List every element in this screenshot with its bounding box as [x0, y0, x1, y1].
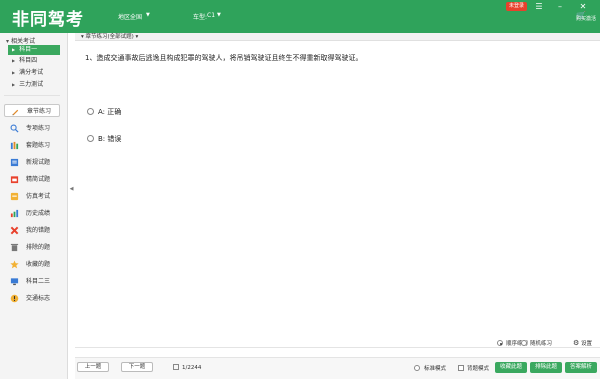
sidebar-divider — [4, 95, 60, 96]
nav-label: 仿真考试 — [26, 193, 51, 200]
caret-right-icon: ▶ — [12, 58, 16, 63]
chevron-down-icon[interactable]: ▼ — [217, 12, 221, 18]
shop-label[interactable]: 购买激活 — [576, 15, 596, 22]
nav-special-practice[interactable]: 专项练习 — [4, 122, 60, 135]
tree-item-subject4[interactable]: ▶ 科目四 — [8, 56, 60, 66]
breadcrumb-label: 章节练习(全部试题) — [85, 34, 134, 40]
tree-item-label: 三力测试 — [19, 81, 44, 88]
car-type-label: 车型: — [193, 14, 208, 21]
menu-icon[interactable]: ☰ — [532, 1, 546, 12]
car-type-select[interactable]: C1 — [207, 12, 215, 19]
recite-mode-option[interactable]: 背题模式 — [458, 364, 489, 372]
cross-icon — [10, 226, 19, 235]
nav-label: 我的错题 — [26, 227, 51, 234]
nav-favorites[interactable]: 收藏的题 — [4, 258, 60, 271]
nav-label: 科目二三 — [26, 278, 51, 285]
minimize-icon[interactable]: – — [553, 1, 567, 12]
tree-item-three-ability[interactable]: ▶ 三力测试 — [8, 80, 60, 90]
nav-mock-exam[interactable]: 仿真考试 — [4, 190, 60, 203]
radio-icon[interactable] — [87, 135, 94, 142]
main-content: ▾ 章节练习(全部试题) ▾ 1、造成交通事故后逃逸且构成犯罪的驾驶人，将吊销驾… — [75, 33, 600, 379]
title-bar: 非同驾考 地区: 全国 ▼ 车型: C1 ▼ 未登录 ☰ – ✕ 🛒 购买激活 — [0, 0, 600, 33]
recite-mode-label: 背题模式 — [467, 366, 490, 372]
exam-tree-title: 相关考试 — [11, 38, 36, 45]
nav-label: 历史成绩 — [26, 210, 51, 217]
radio-icon[interactable] — [414, 365, 420, 371]
nav-history-score[interactable]: 历史成绩 — [4, 207, 60, 220]
footer-bar: 上一题 下一题 1/2244 标准模式 背题模式 收藏此题 排除此题 答案解析 — [75, 357, 600, 379]
document-icon — [10, 158, 19, 167]
radio-icon[interactable] — [87, 108, 94, 115]
next-button[interactable]: 下一题 — [121, 362, 153, 372]
nav-label: 交通标志 — [26, 295, 51, 302]
breadcrumb[interactable]: ▾ 章节练习(全部试题) ▾ — [75, 33, 600, 41]
tree-item-label: 满分考试 — [19, 69, 44, 76]
chevron-down-icon[interactable]: ▼ — [146, 12, 150, 18]
gear-icon: ⚙ — [573, 339, 580, 347]
nav-label: 新规试题 — [26, 159, 51, 166]
radio-icon[interactable] — [521, 340, 527, 346]
question-counter: 1/2244 — [173, 364, 201, 371]
answer-option-b[interactable]: B: 错误 — [87, 134, 121, 144]
standard-mode-option[interactable]: 标准模式 — [414, 364, 446, 372]
nav-traffic-signs[interactable]: 交通标志 — [4, 292, 60, 305]
checkbox-icon[interactable] — [458, 365, 464, 371]
nav-chapter-practice[interactable]: 章节练习 — [4, 104, 60, 117]
region-select[interactable]: 全国 — [130, 12, 142, 21]
radio-icon[interactable] — [497, 340, 503, 346]
nav-set-practice[interactable]: 套题练习 — [4, 139, 60, 152]
nav-new-rules[interactable]: 新规试题 — [4, 156, 60, 169]
practice-mode-bar: 顺序练习 随机练习 ⚙ 设置 — [75, 338, 600, 348]
clipboard-icon — [10, 176, 19, 184]
settings-label: 设置 — [581, 341, 593, 347]
tree-item-label: 科目一 — [19, 46, 38, 53]
star-icon — [10, 260, 19, 269]
nav-subject-2-3[interactable]: 科目二三 — [4, 275, 60, 288]
nav-label: 收藏的题 — [26, 261, 51, 268]
warning-icon — [10, 294, 19, 303]
nav-label: 专项练习 — [26, 125, 51, 132]
monitor-icon — [10, 278, 19, 286]
nav-simplified[interactable]: 精简试题 — [4, 173, 60, 186]
magnifier-icon — [10, 124, 19, 133]
bar-chart-icon — [10, 209, 19, 218]
grid-icon[interactable] — [173, 364, 179, 370]
stack-icon — [10, 141, 19, 150]
nav-label: 精简试题 — [26, 176, 51, 183]
trash-icon — [10, 243, 19, 252]
option-label: B: 错误 — [98, 135, 122, 143]
collapse-sidebar-icon[interactable]: ◀ — [69, 186, 74, 196]
counter-value: 1/2244 — [182, 365, 202, 371]
caret-right-icon: ▶ — [12, 70, 16, 75]
mode-random[interactable]: 随机练习 — [521, 339, 552, 347]
question-text: 1、造成交通事故后逃逸且构成犯罪的驾驶人，将吊销驾驶证且终生不得重新取得驾驶证。 — [85, 54, 363, 62]
standard-mode-label: 标准模式 — [424, 366, 447, 372]
nav-label: 套题练习 — [26, 142, 51, 149]
app-logo: 非同驾考 — [12, 10, 84, 30]
settings-button[interactable]: ⚙ 设置 — [573, 339, 592, 347]
collect-question-button[interactable]: 收藏此题 — [495, 362, 527, 373]
chevron-down-icon: ▾ — [6, 38, 10, 45]
tree-item-subject1[interactable]: ▶ 科目一 — [8, 45, 60, 55]
tree-item-label: 科目四 — [19, 57, 38, 64]
nav-my-mistakes[interactable]: 我的错题 — [4, 224, 60, 237]
caret-right-icon: ▶ — [12, 82, 16, 87]
prev-button[interactable]: 上一题 — [77, 362, 109, 372]
tree-item-full-score[interactable]: ▶ 满分考试 — [8, 68, 60, 78]
hat-icon — [10, 192, 19, 201]
caret-right-icon: ▶ — [12, 47, 16, 52]
login-badge[interactable]: 未登录 — [506, 2, 528, 11]
exclude-question-button[interactable]: 排除此题 — [530, 362, 562, 373]
answer-explain-button[interactable]: 答案解析 — [565, 362, 597, 373]
sidebar: ▾ 相关考试 ▶ 科目一 ▶ 科目四 ▶ 满分考试 ▶ 三力测试 章节练习 专项练习 套题… — [0, 33, 68, 379]
nav-excluded[interactable]: 排除的题 — [4, 241, 60, 254]
exam-tree-header[interactable]: ▾ 相关考试 — [6, 36, 35, 45]
option-label: A: 正确 — [98, 108, 122, 116]
pencil-icon — [12, 109, 19, 116]
nav-label: 排除的题 — [26, 244, 51, 251]
nav-label: 章节练习 — [27, 108, 52, 115]
chevron-down-icon: ▾ — [133, 34, 139, 40]
mode-label: 随机练习 — [530, 341, 553, 347]
answer-option-a[interactable]: A: 正确 — [87, 107, 121, 117]
